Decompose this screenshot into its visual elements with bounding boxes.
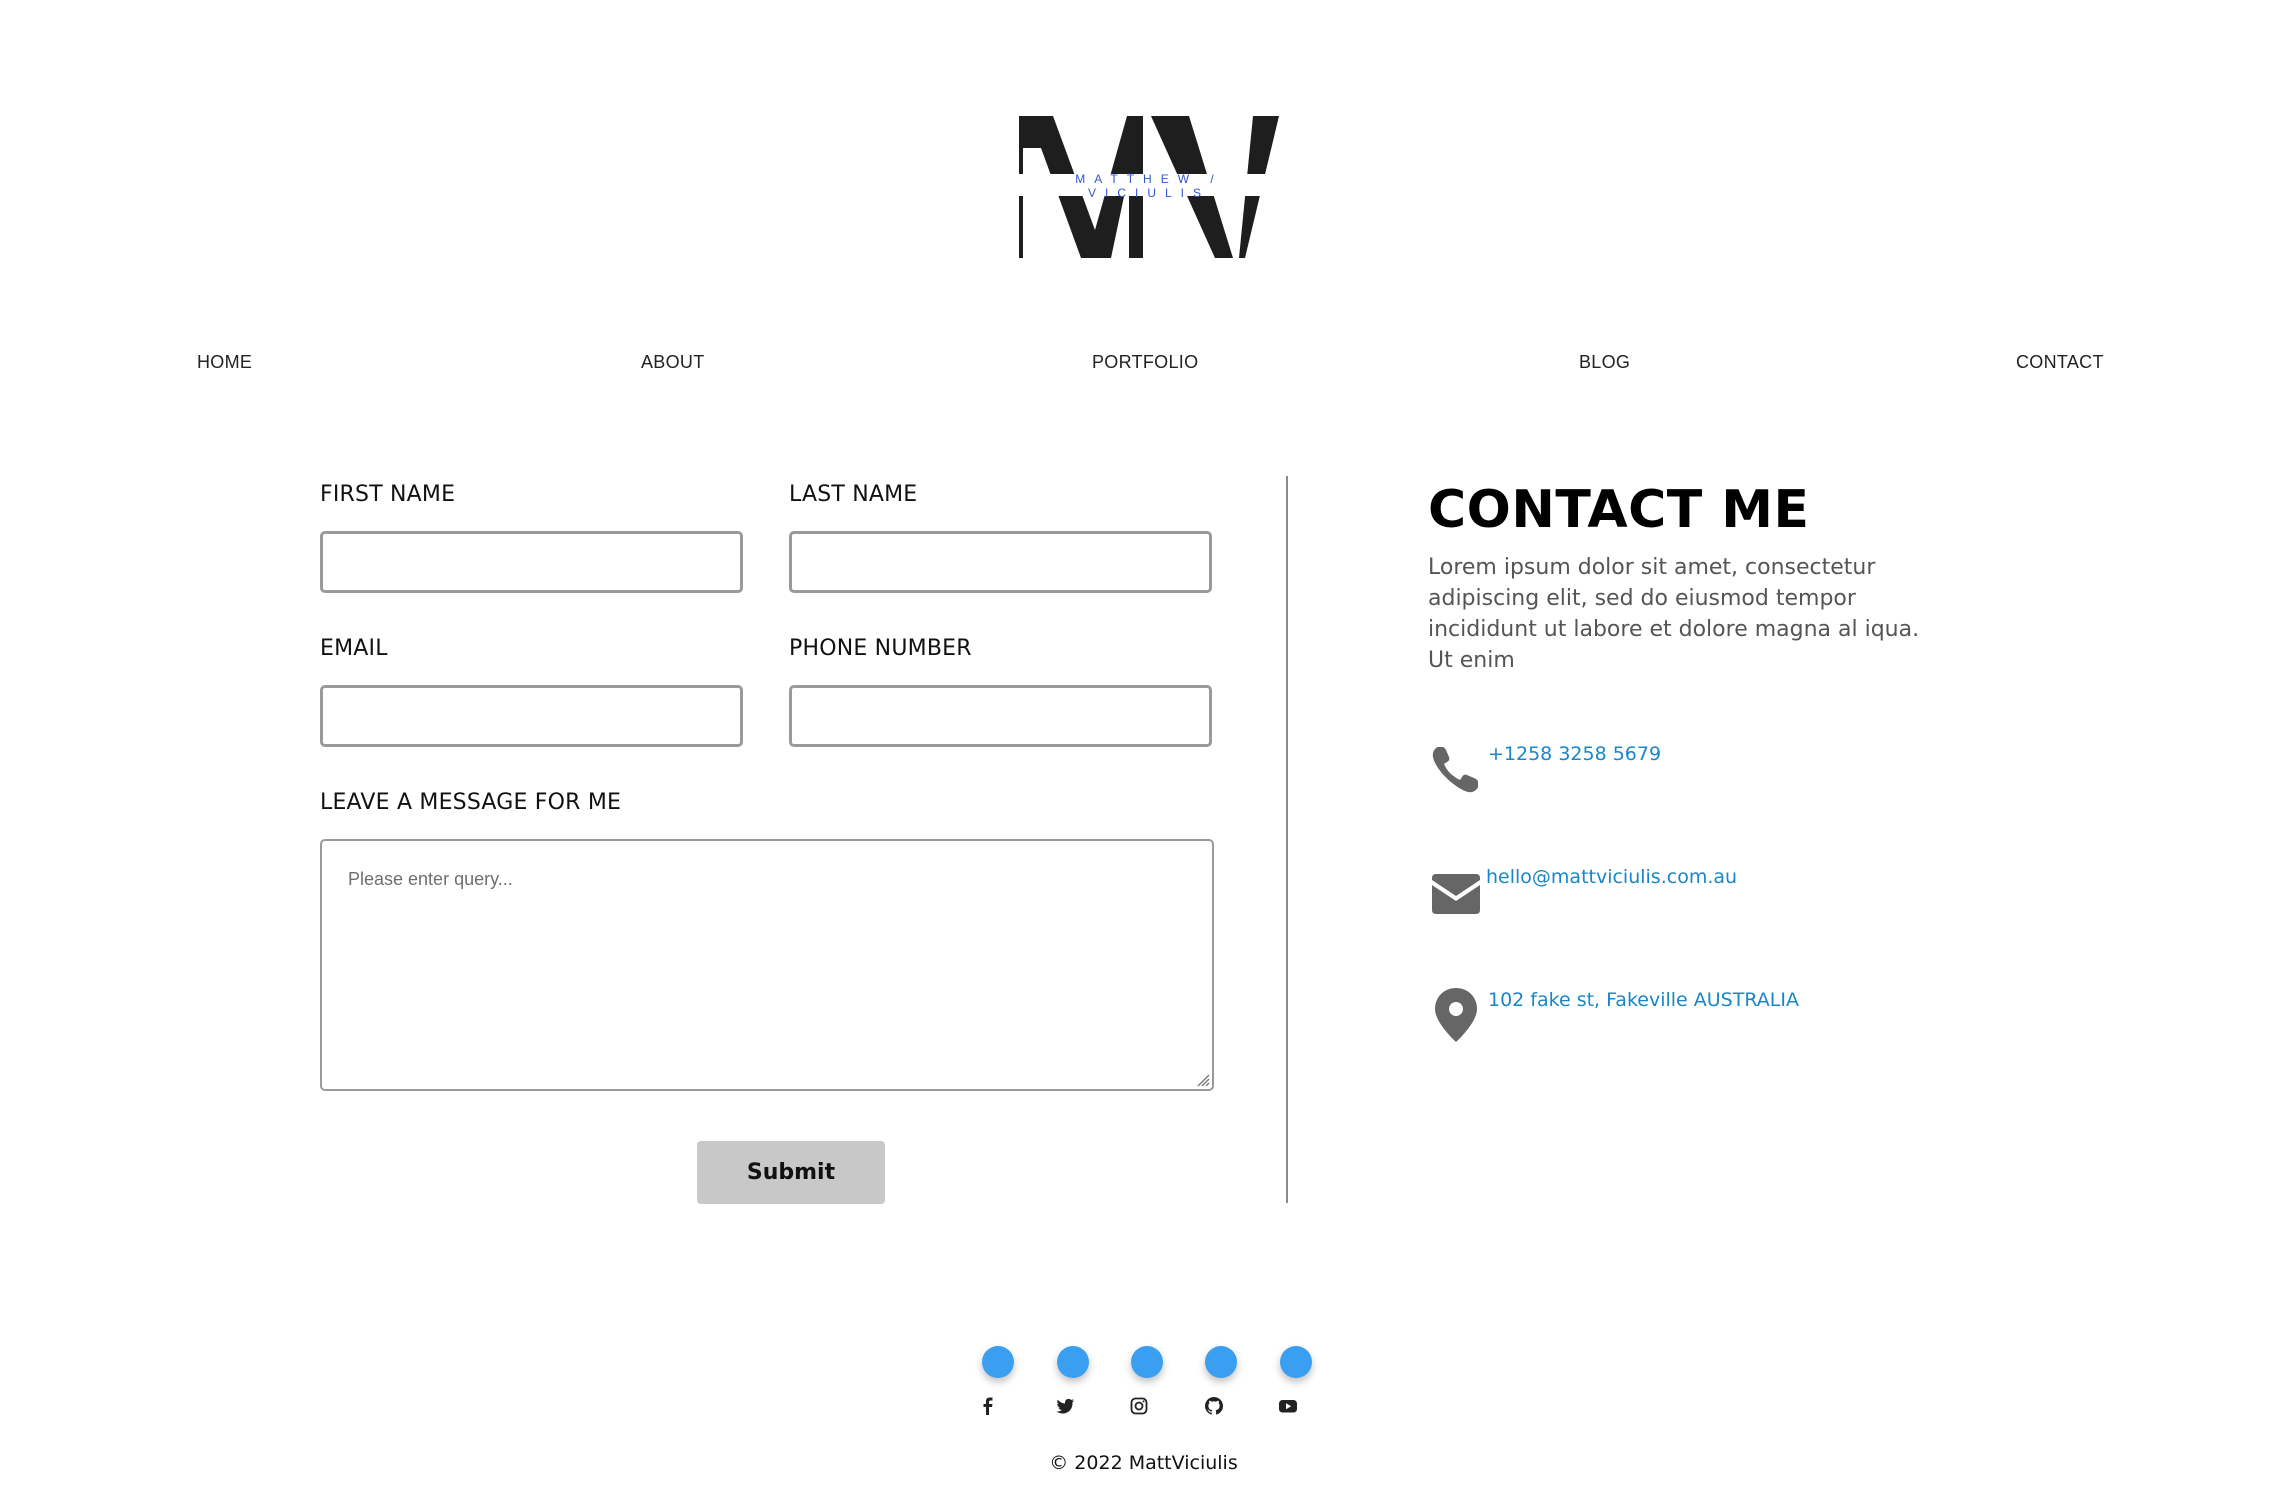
nav-contact[interactable]: CONTACT — [2016, 352, 2104, 373]
last-name-field[interactable] — [789, 531, 1212, 593]
message-label: LEAVE A MESSAGE FOR ME — [320, 790, 622, 815]
twitter-icon[interactable] — [1055, 1396, 1075, 1416]
nav-portfolio[interactable]: PORTFOLIO — [1092, 352, 1198, 373]
github-icon[interactable] — [1204, 1396, 1224, 1416]
social-dot-facebook[interactable] — [982, 1346, 1014, 1378]
main-nav: HOME ABOUT PORTFOLIO BLOG CONTACT — [0, 352, 2287, 382]
social-dot-youtube[interactable] — [1280, 1346, 1312, 1378]
youtube-icon[interactable] — [1278, 1396, 1298, 1416]
resize-grip-icon[interactable] — [1196, 1073, 1210, 1087]
email-link[interactable]: hello@mattviciulis.com.au — [1486, 866, 1737, 888]
phone-link[interactable]: +1258 3258 5679 — [1488, 743, 1661, 765]
facebook-icon[interactable] — [978, 1396, 998, 1416]
message-textarea[interactable] — [320, 839, 1214, 1091]
email-label: EMAIL — [320, 636, 388, 661]
social-dot-github[interactable] — [1205, 1346, 1237, 1378]
location-pin-icon — [1435, 988, 1477, 1042]
phone-icon — [1432, 747, 1478, 793]
social-dot-twitter[interactable] — [1057, 1346, 1089, 1378]
nav-about[interactable]: ABOUT — [641, 352, 705, 373]
nav-home[interactable]: HOME — [197, 352, 252, 373]
logo-tagline: MATTHEW / VICIULIS — [1075, 172, 1223, 200]
social-dot-instagram[interactable] — [1131, 1346, 1163, 1378]
first-name-field[interactable] — [320, 531, 743, 593]
contact-description: Lorem ipsum dolor sit amet, consectetur … — [1428, 555, 1920, 673]
email-field[interactable] — [320, 685, 743, 747]
contact-title: CONTACT ME — [1428, 480, 1810, 540]
site-logo[interactable]: MATTHEW / VICIULIS — [1017, 112, 1281, 258]
envelope-icon — [1432, 874, 1480, 914]
copyright-text: © 2022 MattViciulis — [1049, 1452, 1238, 1474]
phone-field[interactable] — [789, 685, 1212, 747]
submit-button[interactable]: Submit — [697, 1141, 885, 1204]
phone-label: PHONE NUMBER — [789, 636, 972, 661]
section-divider — [1286, 476, 1288, 1203]
instagram-icon[interactable] — [1129, 1396, 1149, 1416]
address-link[interactable]: 102 fake st, Fakeville AUSTRALIA — [1488, 989, 1799, 1011]
nav-blog[interactable]: BLOG — [1579, 352, 1630, 373]
last-name-label: LAST NAME — [789, 482, 918, 507]
first-name-label: FIRST NAME — [320, 482, 456, 507]
